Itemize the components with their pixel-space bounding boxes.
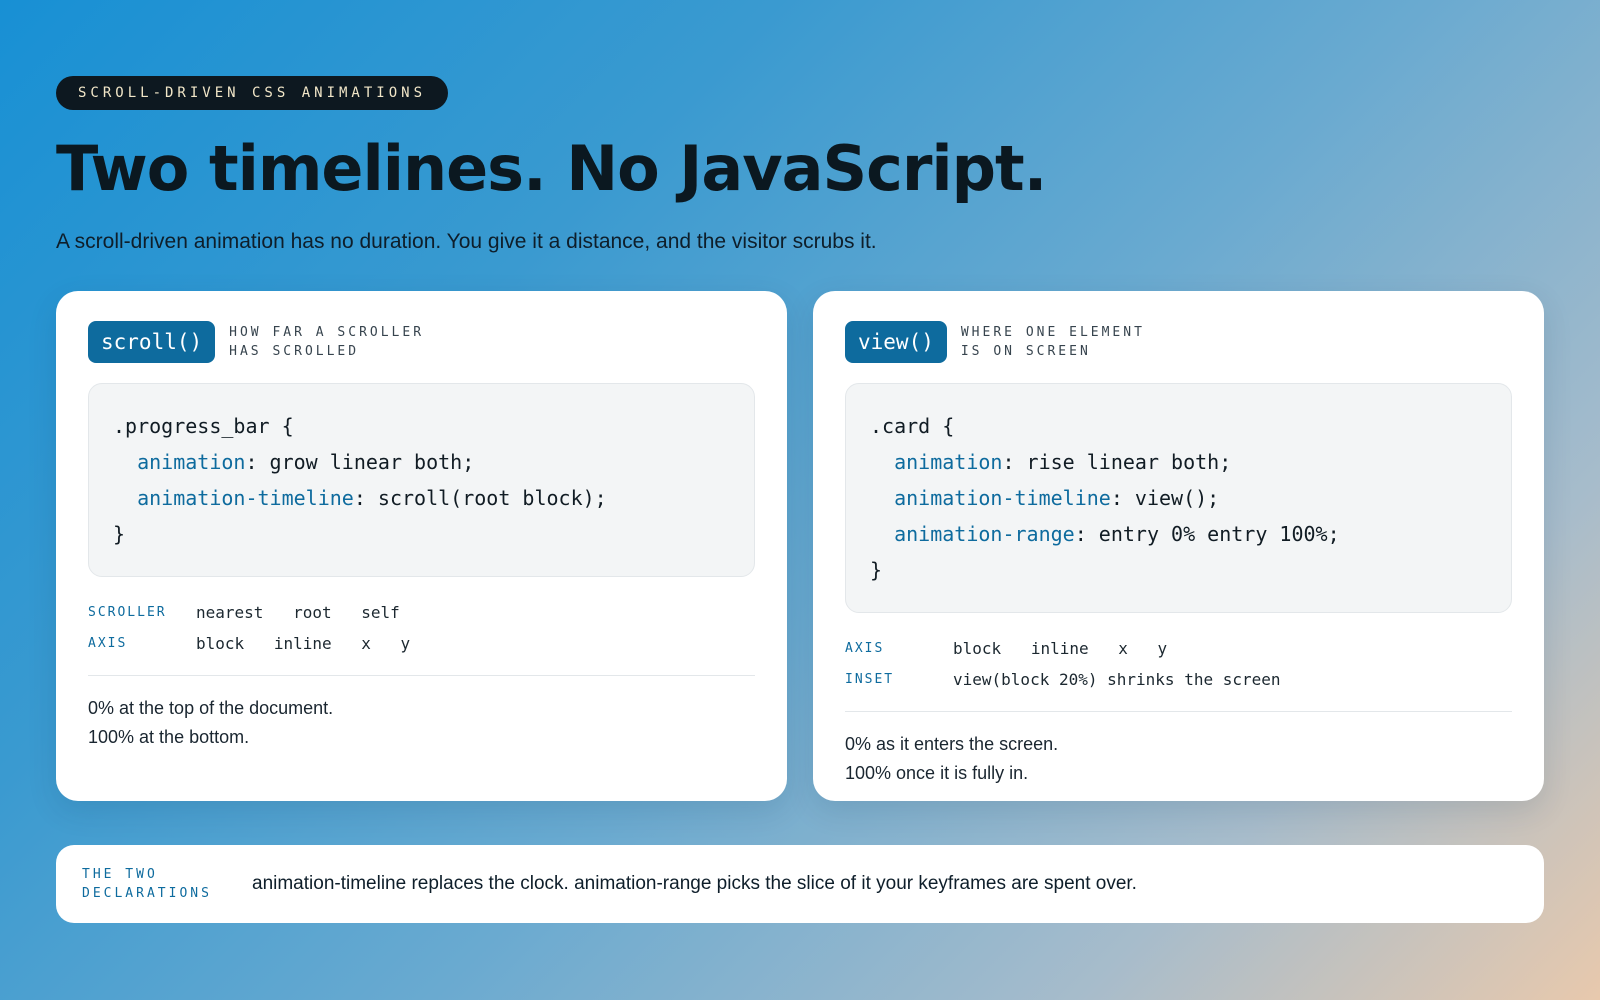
code-close-brace: } xyxy=(870,558,883,582)
option-key: SCROLLER xyxy=(88,605,167,620)
option-values: block inline x y xyxy=(953,639,1187,658)
code-property: animation-range xyxy=(894,522,1075,546)
note-line: 100% at the bottom. xyxy=(88,727,250,747)
option-values: nearest root self xyxy=(196,603,420,622)
footer-label-line: DECLARATIONS xyxy=(82,886,212,901)
option-key: INSET xyxy=(845,672,895,687)
option-value: y xyxy=(400,634,411,653)
card-description-line: WHERE ONE ELEMENT xyxy=(960,325,1145,340)
card-description-line: HOW FAR A SCROLLER xyxy=(229,325,425,340)
card-description-line: IS ON SCREEN xyxy=(960,344,1091,359)
option-key: AXIS xyxy=(88,636,128,651)
option-row: AXIS block inline x y xyxy=(88,628,755,659)
option-row: AXIS block inline x y xyxy=(845,633,1512,664)
option-value: inline xyxy=(273,634,332,653)
code-value: : entry 0% entry 100%; xyxy=(1074,522,1340,546)
footer-text: animation-timeline replaces the clock. a… xyxy=(252,873,1137,894)
option-value: block xyxy=(196,634,245,653)
option-values: view(block 20%) shrinks the screen xyxy=(953,670,1301,689)
code-close-brace: } xyxy=(113,522,126,546)
option-value: self xyxy=(361,603,400,622)
code-value: : grow linear both; xyxy=(245,450,475,474)
footer-label-line: THE TWO xyxy=(82,867,158,882)
card-note: 0% at the top of the document. 100% at t… xyxy=(88,694,755,752)
option-value: x xyxy=(1118,639,1128,658)
code-property: animation-timeline xyxy=(137,486,354,510)
note-line: 100% once it is fully in. xyxy=(845,763,1029,783)
divider xyxy=(845,711,1512,712)
option-value: nearest xyxy=(196,603,264,622)
page-title: Two timelines. No JavaScript. xyxy=(56,132,1047,205)
code-property: animation xyxy=(137,450,246,474)
page-subtitle: A scroll-driven animation has no duratio… xyxy=(56,230,877,253)
scroll-function-badge: scroll() xyxy=(88,321,216,363)
option-value: root xyxy=(293,603,332,622)
option-value: view(block 20%) shrinks the screen xyxy=(953,670,1281,689)
option-row: INSET view(block 20%) shrinks the screen xyxy=(845,664,1512,695)
card-description-line: HAS SCROLLED xyxy=(229,344,360,359)
code-block: .progress_bar { animation: grow linear b… xyxy=(88,383,755,577)
option-row: SCROLLER nearest root self xyxy=(88,597,755,628)
code-selector: .progress_bar { xyxy=(113,414,294,438)
options-table: AXIS block inline x y INSET view(block 2… xyxy=(845,633,1512,695)
note-line: 0% as it enters the screen. xyxy=(845,734,1059,754)
option-value: y xyxy=(1157,639,1168,658)
kicker-pill: SCROLL-DRIVEN CSS ANIMATIONS xyxy=(56,76,449,110)
option-value: x xyxy=(361,634,371,653)
code-property: animation xyxy=(894,450,1003,474)
code-value: : view(); xyxy=(1110,486,1220,510)
card-header: scroll() HOW FAR A SCROLLER HAS SCROLLED xyxy=(88,321,755,363)
card-note: 0% as it enters the screen. 100% once it… xyxy=(845,730,1512,788)
option-values: block inline x y xyxy=(196,634,430,653)
view-function-badge: view() xyxy=(845,321,947,363)
option-value: block xyxy=(953,639,1002,658)
code-block: .card { animation: rise linear both; ani… xyxy=(845,383,1512,613)
card-description: WHERE ONE ELEMENT IS ON SCREEN xyxy=(961,323,1145,361)
code-property: animation-timeline xyxy=(894,486,1111,510)
option-value: inline xyxy=(1030,639,1089,658)
code-selector: .card { xyxy=(870,414,955,438)
divider xyxy=(88,675,755,676)
options-table: SCROLLER nearest root self AXIS block in… xyxy=(88,597,755,659)
card-header: view() WHERE ONE ELEMENT IS ON SCREEN xyxy=(845,321,1512,363)
code-value: : scroll(root block); xyxy=(353,486,607,510)
footer-summary: THE TWO DECLARATIONS animation-timeline … xyxy=(56,845,1544,923)
scroll-timeline-card: scroll() HOW FAR A SCROLLER HAS SCROLLED… xyxy=(56,291,787,801)
kicker-label: SCROLL-DRIVEN CSS ANIMATIONS xyxy=(78,85,427,101)
code-value: : rise linear both; xyxy=(1002,450,1232,474)
footer-label: THE TWO DECLARATIONS xyxy=(82,865,252,903)
note-line: 0% at the top of the document. xyxy=(88,698,334,718)
card-description: HOW FAR A SCROLLER HAS SCROLLED xyxy=(229,323,424,361)
view-timeline-card: view() WHERE ONE ELEMENT IS ON SCREEN .c… xyxy=(813,291,1544,801)
option-key: AXIS xyxy=(845,641,885,656)
